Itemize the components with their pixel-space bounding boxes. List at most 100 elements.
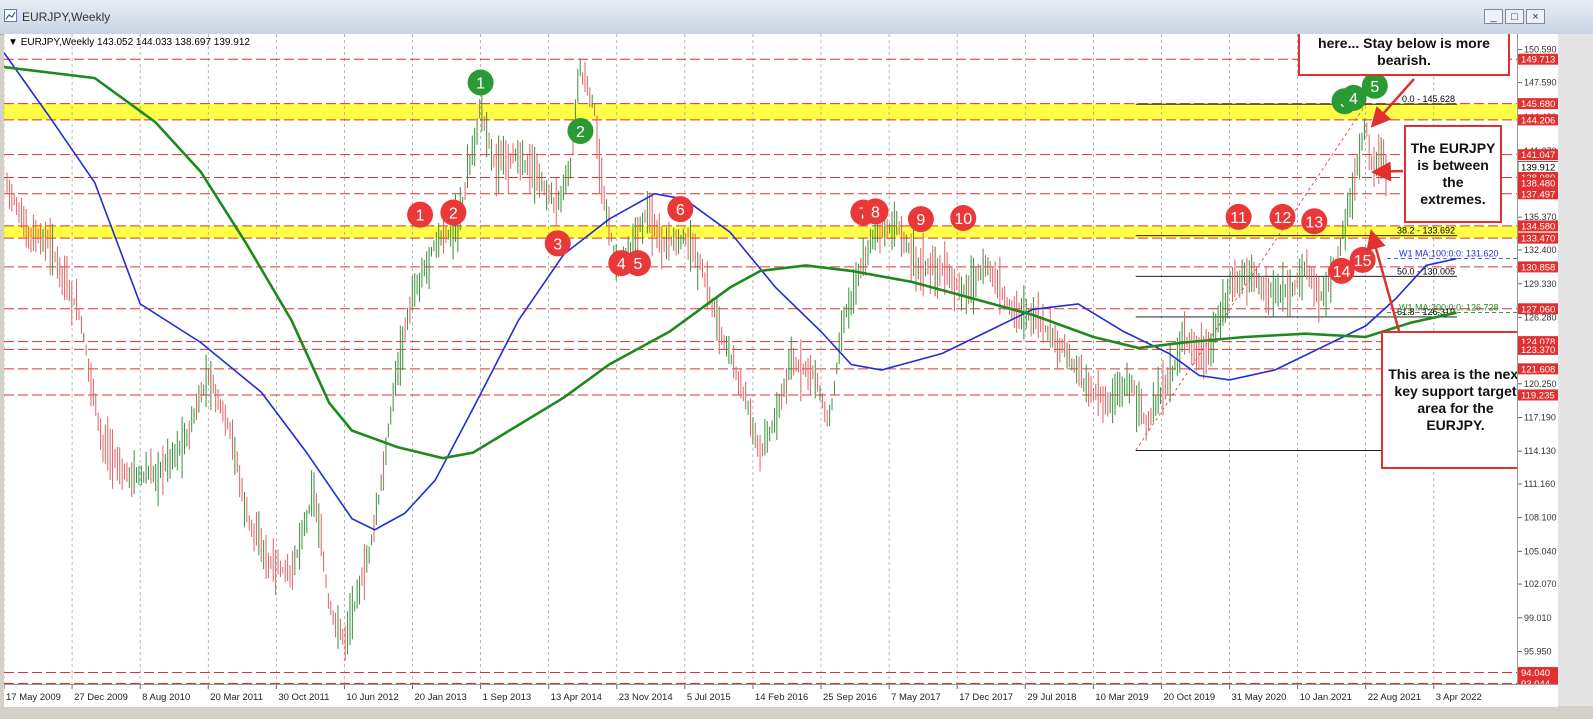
time-tick-label: 14 Feb 2016 (755, 692, 808, 703)
test-marker-label: 5 (633, 256, 642, 273)
time-tick-label: 23 Nov 2014 (619, 692, 673, 703)
symbol-line: EURJPY,Weekly 143.052 144.033 138.697 13… (20, 37, 250, 48)
price-axis[interactable]: 150.590147.590144.480141.370138.470135.3… (1517, 34, 1559, 684)
time-tick-label: 13 Apr 2014 (551, 692, 602, 703)
ma-200-line (4, 65, 1457, 460)
time-tick-label: 10 Jan 2021 (1300, 692, 1352, 703)
swing-high-marker-label: 2 (576, 124, 585, 141)
maximize-button[interactable]: □ (1505, 9, 1524, 24)
price-box-label: 121.608 (1521, 364, 1555, 375)
time-axis[interactable]: 17 May 2009 27 Dec 2009 8 Aug 2010 20 Mar 2… (4, 684, 1558, 707)
price-box-label: 123.370 (1521, 345, 1555, 356)
price-chart[interactable]: 0.0 - 145.628 38.2 - 133.692 50.0 - 130.00… (4, 34, 1517, 684)
test-marker-label: 1 (416, 208, 425, 225)
price-tick-label: 132.400 (1524, 245, 1557, 255)
callout-support-target: This area is the next key support target… (1381, 331, 1517, 469)
price-box-label: 133.470 (1521, 234, 1555, 245)
price-tick-label: 111.160 (1524, 479, 1555, 489)
test-marker-label: 12 (1274, 210, 1292, 227)
price-axis-svg: 150.590147.590144.480141.370138.470135.3… (1518, 45, 1559, 684)
time-tick-label: 27 Dec 2009 (74, 692, 128, 703)
ma-label: W1 MA:200:0:0: 126.728 (1399, 302, 1499, 312)
arrow-between (1371, 161, 1404, 182)
price-tick-label: 129.330 (1524, 279, 1557, 289)
callout-support-target-text: This area is the next key support target… (1388, 366, 1517, 433)
swing-high-marker-label: 5 (1370, 79, 1379, 96)
swing-high-marker-label: 4 (1349, 91, 1358, 108)
price-tick-label: 105.040 (1524, 546, 1557, 556)
test-marker-label: 3 (553, 236, 562, 253)
test-marker-label: 14 (1333, 264, 1351, 281)
time-tick-label: 31 May 2020 (1232, 692, 1287, 703)
ma-100-line (4, 52, 1457, 531)
time-tick-label: 10 Mar 2019 (1095, 692, 1148, 703)
price-box-label: 149.713 (1521, 55, 1555, 66)
test-marker-label: 6 (676, 202, 685, 219)
time-tick-label: 22 Aug 2021 (1368, 692, 1421, 703)
chart-window-icon (4, 9, 17, 22)
time-tick-label: 20 Oct 2019 (1163, 692, 1215, 703)
time-tick-label: 3 Apr 2022 (1436, 692, 1482, 703)
dropdown-triangle-icon[interactable]: ▼ (8, 37, 18, 48)
time-tick-label: 30 Oct 2011 (278, 692, 329, 703)
ma-label: W1 MA:100:0:0: 131.620 (1399, 249, 1499, 259)
callout-between-extremes-text: The EURJPY is between the extremes. (1410, 140, 1496, 207)
test-marker-label: 11 (1230, 210, 1247, 227)
minimize-button[interactable]: _ (1484, 9, 1503, 24)
price-tick-label: 95.950 (1524, 647, 1552, 657)
time-tick-label: 10 Jun 2012 (346, 692, 398, 703)
test-marker-label: 8 (871, 204, 880, 221)
price-tick-label: 102.070 (1524, 579, 1557, 589)
test-marker-label: 9 (916, 212, 925, 229)
price-tick-label: 117.190 (1524, 413, 1556, 423)
time-tick-label: 5 Jul 2015 (687, 692, 731, 703)
price-tick-label: 147.590 (1524, 78, 1557, 88)
price-box-label: 138.480 (1521, 178, 1555, 189)
price-tick-label: 108.100 (1524, 513, 1557, 523)
test-marker-label: 10 (954, 211, 972, 228)
time-tick-label: 7 May 2017 (891, 692, 941, 703)
callout-between-extremes: The EURJPY is between the extremes. (1404, 125, 1502, 223)
test-marker-label: 13 (1305, 214, 1323, 231)
test-marker-label: 4 (617, 256, 626, 273)
time-tick-label: 25 Sep 2016 (823, 692, 877, 703)
window-title: EURJPY,Weekly (22, 10, 111, 24)
support-resistance-zone-2 (4, 225, 1517, 239)
chart-window: EURJPY,Weekly _ □ × 0.0 - 145.628 38.2 - … (0, 0, 1593, 719)
swing-high-marker-label: 1 (476, 75, 485, 92)
price-box-label: 130.858 (1521, 262, 1555, 273)
side-panel (1558, 34, 1593, 706)
price-tick-label: 120.250 (1524, 379, 1557, 389)
test-marker-label: 15 (1354, 253, 1372, 270)
time-tick-label: 20 Jan 2013 (415, 692, 467, 703)
price-box-label: 144.206 (1521, 115, 1555, 126)
price-box-label: 119.235 (1521, 390, 1555, 401)
fib-level-label: 50.0 - 130.005 (1397, 266, 1455, 276)
price-box-label: 145.680 (1521, 99, 1555, 110)
price-box-label: 134.580 (1521, 221, 1555, 232)
callout-resistance: Resistance stalled the rally here... Sta… (1298, 34, 1510, 76)
symbol-ohlc-label: ▼ EURJPY,Weekly 143.052 144.033 138.697 … (8, 37, 250, 48)
time-tick-label: 8 Aug 2010 (142, 692, 190, 703)
price-tick-label: 114.130 (1524, 446, 1556, 456)
window-titlebar[interactable]: EURJPY,Weekly _ □ × (0, 0, 1593, 35)
price-box-label: 127.060 (1521, 304, 1555, 315)
callout-resistance-text: Resistance stalled the rally here... Sta… (1318, 34, 1490, 68)
time-tick-label: 20 Mar 2011 (210, 692, 263, 703)
price-box-label: 94.040 (1521, 668, 1550, 679)
price-box-label: 141.047 (1521, 150, 1555, 161)
chart-plot-area[interactable]: 0.0 - 145.628 38.2 - 133.692 50.0 - 130.00… (4, 34, 1517, 684)
time-tick-label: 1 Sep 2013 (483, 692, 532, 703)
time-tick-label: 17 Dec 2017 (959, 692, 1013, 703)
price-tick-label: 99.010 (1524, 613, 1552, 623)
time-axis-svg: 17 May 2009 27 Dec 2009 8 Aug 2010 20 Mar 2… (4, 685, 1482, 703)
support-resistance-zone-1 (4, 103, 1517, 120)
test-marker-label: 2 (449, 205, 458, 222)
price-box-label: 137.497 (1521, 189, 1555, 200)
close-button[interactable]: × (1526, 9, 1545, 24)
price-tick-label: 150.590 (1524, 45, 1557, 55)
fib-level-label: 0.0 - 145.628 (1402, 94, 1455, 104)
time-tick-label: 29 Jul 2018 (1027, 692, 1076, 703)
fib-level-label: 38.2 - 133.692 (1397, 226, 1455, 236)
time-tick-label: 17 May 2009 (6, 692, 61, 703)
